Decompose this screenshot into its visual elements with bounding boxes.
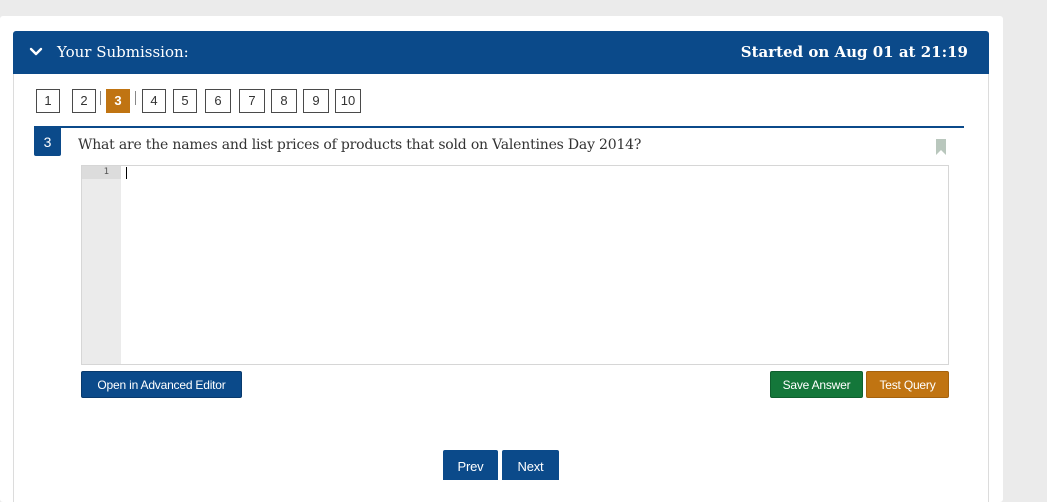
pager-separator (100, 91, 101, 105)
open-advanced-editor-button[interactable]: Open in Advanced Editor (81, 371, 242, 398)
page-button-6[interactable]: 6 (205, 89, 231, 113)
page-button-5[interactable]: 5 (173, 89, 197, 113)
test-query-button[interactable]: Test Query (866, 371, 949, 398)
chevron-down-icon[interactable] (28, 44, 44, 60)
question-divider (34, 126, 964, 128)
sql-code-editor[interactable]: 1 (81, 165, 949, 365)
question-text: What are the names and list prices of pr… (78, 137, 642, 153)
page-button-1[interactable]: 1 (36, 89, 60, 113)
started-timestamp: Started on Aug 01 at 21:19 (740, 43, 968, 61)
submission-title: Your Submission: (57, 43, 189, 61)
editor-gutter: 1 (82, 166, 121, 364)
active-line-highlight (82, 166, 121, 179)
text-cursor (126, 167, 127, 179)
question-number-badge: 3 (34, 128, 61, 156)
bookmark-icon[interactable] (935, 138, 947, 156)
page-button-3[interactable]: 3 (106, 89, 130, 113)
pager-separator (135, 91, 136, 105)
page-button-10[interactable]: 10 (335, 89, 361, 113)
page-button-8[interactable]: 8 (271, 89, 297, 113)
submission-header[interactable]: Your Submission: Started on Aug 01 at 21… (13, 31, 989, 74)
page-button-4[interactable]: 4 (142, 89, 166, 113)
save-answer-button[interactable]: Save Answer (770, 371, 863, 398)
prev-button[interactable]: Prev (443, 450, 498, 480)
line-number: 1 (103, 167, 109, 177)
page-button-7[interactable]: 7 (239, 89, 265, 113)
page-button-2[interactable]: 2 (72, 89, 96, 113)
page-button-9[interactable]: 9 (303, 89, 329, 113)
next-button[interactable]: Next (502, 450, 559, 480)
